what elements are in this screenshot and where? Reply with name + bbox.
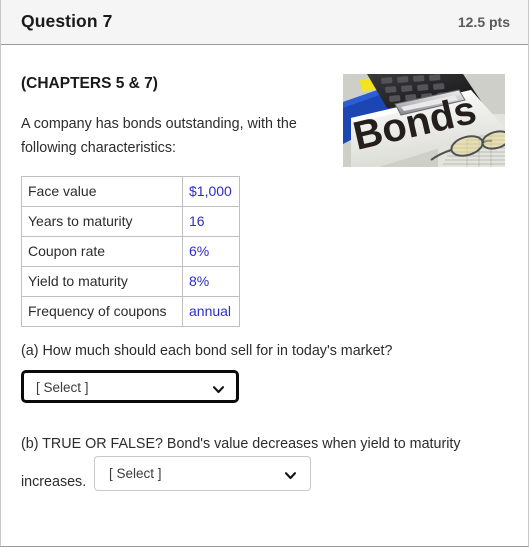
table-cell-value: 6% — [182, 236, 240, 267]
question-card: Question 7 12.5 pts (CHAPTERS 5 & 7) A c… — [0, 0, 529, 547]
table-cell-value: 8% — [182, 266, 240, 297]
chevron-down-icon — [212, 383, 225, 396]
table-cell-label: Years to maturity — [21, 206, 183, 237]
chapters-heading: (CHAPTERS 5 & 7) — [21, 75, 158, 92]
table-cell-label: Frequency of coupons — [21, 296, 183, 327]
bonds-image: Bonds — [343, 74, 505, 167]
table-row: Years to maturity 16 — [21, 206, 240, 237]
part-b-select[interactable]: [ Select ] — [94, 456, 311, 491]
table-cell-label: Yield to maturity — [21, 266, 183, 297]
table-row: Coupon rate 6% — [21, 236, 240, 267]
table-cell-value: $1,000 — [182, 176, 240, 207]
table-cell-value: 16 — [182, 206, 240, 237]
part-a-prompt: (a) How much should each bond sell for i… — [21, 343, 393, 359]
page-title: Question 7 — [21, 11, 113, 31]
part-a-select[interactable]: [ Select ] — [21, 370, 239, 403]
part-a-select-value: [ Select ] — [36, 380, 89, 395]
intro-text: A company has bonds outstanding, with th… — [21, 116, 297, 156]
table-cell-value: annual — [182, 296, 240, 327]
part-b-select-value: [ Select ] — [109, 466, 162, 481]
table-row: Face value $1,000 — [21, 176, 240, 207]
question-header: Question 7 12.5 pts — [1, 0, 528, 45]
chevron-down-icon — [284, 469, 297, 482]
question-points: 12.5 pts — [457, 14, 510, 30]
table-cell-label: Coupon rate — [21, 236, 183, 267]
table-cell-label: Face value — [21, 176, 183, 207]
bond-characteristics-table: Face value $1,000 Years to maturity 16 C… — [21, 176, 240, 327]
table-row: Frequency of coupons annual — [21, 296, 240, 327]
table-row: Yield to maturity 8% — [21, 266, 240, 297]
